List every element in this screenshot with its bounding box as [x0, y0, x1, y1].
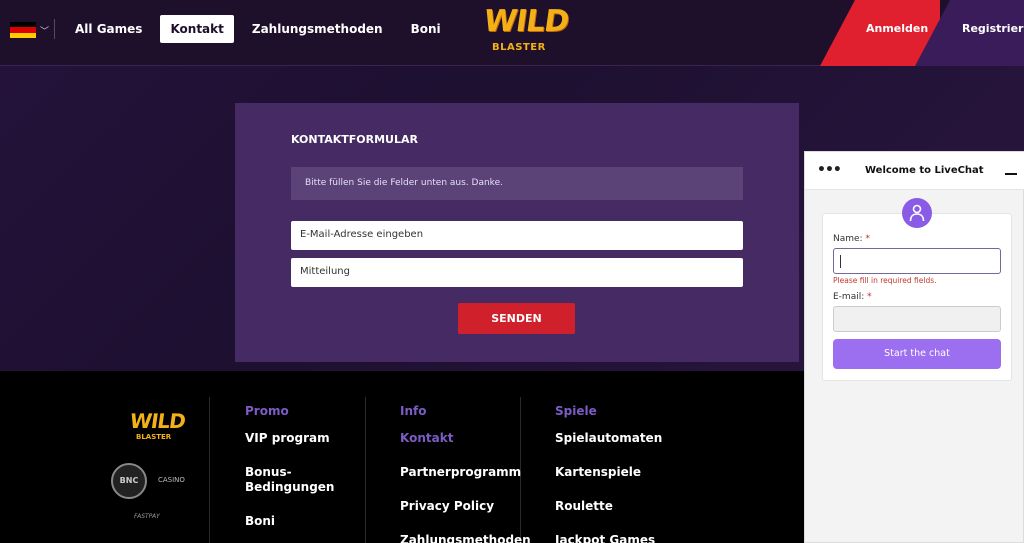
footer-link-kontakt[interactable]: Kontakt [400, 431, 515, 446]
user-icon [902, 198, 932, 228]
send-button[interactable]: SENDEN [458, 303, 575, 334]
main-nav: All Games Kontakt Zahlungsmethoden Boni [65, 15, 459, 43]
logo-blaster-text: BLASTER [492, 42, 546, 53]
chevron-down-icon: ﹀ [40, 26, 50, 37]
site-header: ﹀ All Games Kontakt Zahlungsmethoden Bon… [0, 0, 1024, 66]
chat-header: ••• Welcome to LiveChat [805, 152, 1024, 190]
minimize-icon[interactable] [1005, 173, 1017, 175]
footer-logo-blaster-text: BLASTER [136, 433, 172, 441]
footer-column-spiele: Spiele Spielautomaten Kartenspiele Roule… [555, 404, 675, 543]
footer-link-cards[interactable]: Kartenspiele [555, 465, 675, 480]
nav-all-games[interactable]: All Games [65, 15, 152, 43]
germany-flag-icon [10, 22, 36, 38]
message-field[interactable]: Mitteilung [291, 258, 743, 287]
footer-link-jackpot[interactable]: Jackpot Games [555, 533, 675, 543]
email-label: E-mail: * [833, 292, 872, 302]
footer-heading-spiele: Spiele [555, 404, 597, 418]
more-icon[interactable]: ••• [817, 162, 842, 178]
nav-kontakt[interactable]: Kontakt [160, 15, 234, 43]
bnc-badge-icon: BNC [111, 463, 147, 499]
footer-link-payments[interactable]: Zahlungsmethoden [400, 533, 531, 543]
form-note: Bitte füllen Sie die Felder unten aus. D… [291, 167, 743, 200]
site-logo[interactable]: WILD BLASTER [482, 4, 571, 58]
footer-link-slots[interactable]: Spielautomaten [555, 431, 675, 446]
name-label: Name: * [833, 234, 870, 244]
livechat-widget: ••• Welcome to LiveChat Name: * Please f… [804, 151, 1024, 543]
footer-heading-info: Info [400, 404, 427, 418]
footer-link-bonus-terms[interactable]: Bonus-Bedingungen [245, 465, 334, 495]
footer-divider [365, 397, 366, 543]
start-chat-button[interactable]: Start the chat [833, 339, 1001, 369]
logo-wild-text: WILD [481, 4, 571, 39]
register-button[interactable]: Registrieren [962, 22, 1024, 35]
footer-column-promo: Promo VIP program Bonus-Bedingungen Boni [245, 404, 355, 543]
chat-title: Welcome to LiveChat [865, 165, 984, 176]
footer-logo-wild-text: WILD [128, 409, 187, 433]
casino-badge-icon: CASINO [158, 476, 185, 484]
chat-error-text: Please fill in required fields. [833, 276, 937, 285]
fastpay-badge-icon: FASTPAY [134, 513, 160, 520]
nav-boni[interactable]: Boni [401, 15, 451, 43]
login-button[interactable]: Anmelden [866, 22, 928, 35]
language-selector[interactable]: ﹀ [10, 22, 49, 38]
footer-link-privacy[interactable]: Privacy Policy [400, 499, 515, 514]
footer-link-partner[interactable]: Partnerprogramm [400, 465, 521, 480]
form-title: KONTAKTFORMULAR [291, 133, 418, 146]
divider [54, 19, 55, 39]
footer-divider [209, 397, 210, 543]
footer-column-info: Info Kontakt Partnerprogramm Privacy Pol… [400, 404, 531, 543]
nav-zahlungsmethoden[interactable]: Zahlungsmethoden [242, 15, 393, 43]
footer-link-roulette[interactable]: Roulette [555, 499, 675, 514]
footer-heading-promo: Promo [245, 404, 289, 418]
footer-link-vip[interactable]: VIP program [245, 431, 355, 446]
footer-logo[interactable]: WILD BLASTER [128, 409, 186, 445]
chat-email-input[interactable] [833, 306, 1001, 332]
contact-form: KONTAKTFORMULAR Bitte füllen Sie die Fel… [235, 103, 799, 362]
chat-name-input[interactable] [833, 248, 1001, 274]
email-field[interactable]: E-Mail-Adresse eingeben [291, 221, 743, 250]
footer-link-boni[interactable]: Boni [245, 514, 355, 529]
